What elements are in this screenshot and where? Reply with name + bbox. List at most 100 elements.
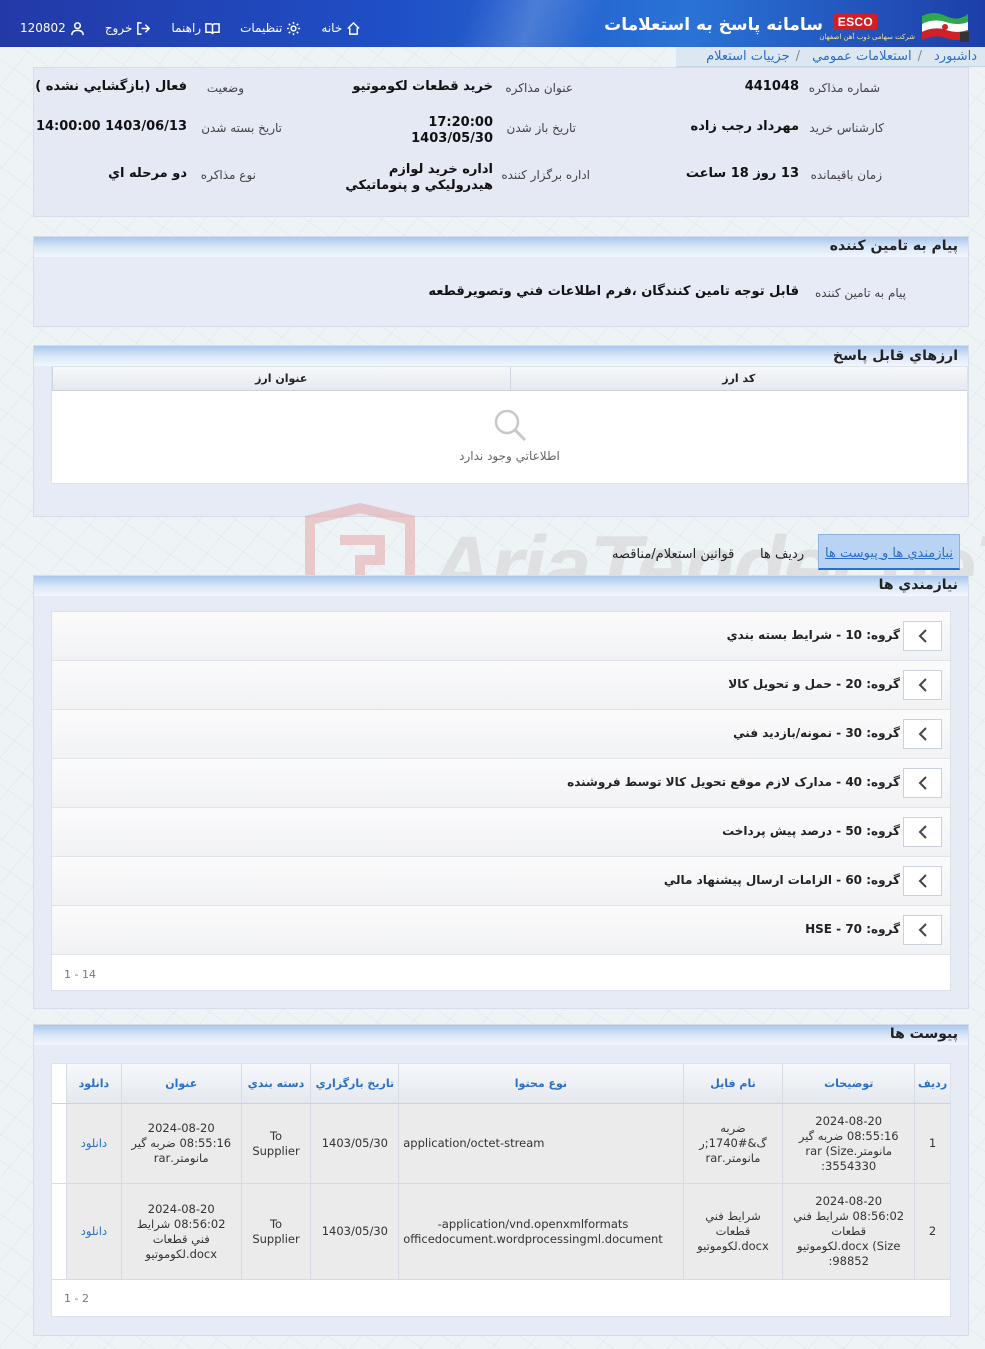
list-item[interactable]: گروه: 70 - HSE <box>52 906 950 955</box>
cell-filename-line: قطعات <box>715 1224 751 1238</box>
cell-upload-date: 1403/05/30 <box>310 1184 398 1279</box>
logout-link[interactable]: خروج <box>105 21 152 36</box>
attachments-title: پيوست ها <box>889 1026 958 1042</box>
currencies-panel: ارزهاي قابل پاسخ کد ارز عنوان ارز اطلاعا… <box>33 345 969 517</box>
col-title[interactable]: عنوان <box>120 1064 241 1103</box>
expand-button[interactable] <box>903 719 942 749</box>
cell-desc-line: 2024-08-20 <box>815 1113 883 1128</box>
cell-filename: شرايط فني قطعات docx.لکوموتيو <box>682 1184 783 1279</box>
tab-rules[interactable]: قوانين استعلام/مناقصه <box>612 547 734 562</box>
top-bar: ESCO شرکت سهامی ذوب آهن اصفهان سامانه پا… <box>0 0 985 47</box>
cell-download[interactable]: دانلود <box>65 1184 121 1279</box>
chevron-left-icon <box>918 629 927 643</box>
cell-content-type: application/octet-stream <box>398 1104 682 1183</box>
list-item[interactable]: گروه: 10 - شرايط بسته بندي <box>52 612 950 661</box>
expand-button[interactable] <box>903 817 942 847</box>
expand-button[interactable] <box>903 621 942 651</box>
list-item[interactable]: گروه: 40 - مدارک لازم موقع تحويل کالا تو… <box>52 759 950 808</box>
breadcrumb-inquiry-details[interactable]: جزييات استعلام <box>706 49 790 64</box>
expand-button[interactable] <box>903 768 942 798</box>
needs-pager: 1 - 14 <box>64 968 96 981</box>
cell-category-line: Supplier <box>252 1143 300 1158</box>
col-currency-title[interactable]: عنوان ارز <box>52 367 510 390</box>
breadcrumb-dashboard[interactable]: داشبورد <box>934 49 977 64</box>
expand-button[interactable] <box>903 670 942 700</box>
cell-download[interactable]: دانلود <box>65 1104 121 1183</box>
user-menu[interactable]: 120802 <box>20 21 85 36</box>
col-upload-date[interactable]: تاريخ بارگزاري <box>310 1064 398 1103</box>
expand-button[interactable] <box>903 915 942 945</box>
top-nav: 120802 خروج راهنما تنظیمات خانه <box>0 18 361 38</box>
empty-state: اطلاعاتي وجود ندارد <box>52 407 967 463</box>
col-category[interactable]: دسته بندي <box>240 1064 311 1103</box>
type-label: نوع مذاکره <box>200 168 256 182</box>
title-label: عنوان مذاکره <box>505 81 573 95</box>
inquiry-info-panel: شماره مذاکره 441048 عنوان مذاکره خريد قط… <box>33 67 969 217</box>
close-date-value: 1403/06/13 14:00:00 <box>35 119 187 134</box>
attachments-pager: 1 - 2 <box>64 1292 89 1305</box>
status-label: وضعيت <box>206 81 244 95</box>
currencies-table: کد ارز عنوان ارز اطلاعاتي وجود ندارد <box>51 366 968 484</box>
guide-link[interactable]: راهنما <box>171 21 220 36</box>
list-item[interactable]: گروه: 30 - نمونه/بازديد فني <box>52 710 950 759</box>
cell-desc-line: 08:56:02 شرايط فني <box>793 1209 905 1223</box>
gear-icon <box>287 21 301 35</box>
list-item[interactable]: گروه: 60 - الزامات ارسال پيشنهاد مالي <box>52 857 950 906</box>
settings-link[interactable]: تنظیمات <box>240 21 301 36</box>
group-title: گروه: 30 - نمونه/بازديد فني <box>733 726 900 740</box>
chevron-left-icon <box>918 678 927 692</box>
chevron-left-icon <box>918 727 927 741</box>
message-label: پيام به تامين کننده <box>815 286 906 300</box>
logout-icon <box>137 21 151 35</box>
col-desc[interactable]: توضيحات <box>782 1064 914 1103</box>
org-value-line2: هيدروليکي و پنوماتيکي <box>345 178 493 193</box>
cell-title: 2024-08-20 08:56:02 شرايط فني قطعات docx.لک… <box>120 1184 241 1279</box>
cell-filename-line: شرايط فني <box>705 1209 761 1223</box>
cell-desc-line: 2024-08-20 <box>815 1194 883 1208</box>
open-date-time: 17:20:00 <box>428 115 493 130</box>
remaining-value: 13 روز 18 ساعت <box>685 166 799 181</box>
tab-rows[interactable]: رديف ها <box>760 547 804 562</box>
col-row[interactable]: رديف <box>914 1064 950 1103</box>
cell-title: 2024-08-20 08:55:16 ضربه گير مانومتر.rar <box>120 1104 241 1183</box>
col-content-type[interactable]: نوع محتوا <box>398 1064 682 1103</box>
home-link[interactable]: خانه <box>321 21 361 36</box>
cell-content-type: application/vnd.openxmlformats-officedoc… <box>398 1184 682 1279</box>
close-date-label: تاريخ بسته شدن <box>201 121 282 135</box>
attachments-panel: پيوست ها رديف توضيحات نام فايل نوع محتوا… <box>33 1024 969 1336</box>
message-value: قابل توجه تامين كنندگان ،فرم اطلاعات فني… <box>428 284 799 299</box>
col-download[interactable]: دانلود <box>65 1064 121 1103</box>
org-label: اداره برگزار کننده <box>501 168 590 182</box>
tab-needs-attachments[interactable]: نيازمندي ها و پيوست ها <box>818 534 961 570</box>
user-icon <box>70 21 84 35</box>
cell-title-line: 2024-08-20 <box>147 1201 215 1216</box>
cell-title-line: docx.لکوموتيو <box>145 1246 218 1261</box>
cell-category-line: To <box>269 1128 283 1143</box>
list-item[interactable]: گروه: 50 - درصد پيش پرداخت <box>52 808 950 857</box>
table-row: 2 2024-08-20 08:56:02 شرايط فني قطعات docx (… <box>51 1184 950 1280</box>
cell-row: 2 <box>914 1184 950 1279</box>
cell-category: To Supplier <box>240 1184 311 1279</box>
chevron-left-icon <box>918 923 927 937</box>
cell-desc: 2024-08-20 08:55:16 ضربه گير مانومتر.rar (… <box>782 1104 914 1183</box>
needs-panel: نيازمندي ها گروه: 10 - شرايط بسته بندي گ… <box>33 575 969 1009</box>
needs-group-list: گروه: 10 - شرايط بسته بندي گروه: 20 - حم… <box>51 611 951 991</box>
cell-upload-date: 1403/05/30 <box>310 1104 398 1183</box>
cell-row: 1 <box>914 1104 950 1183</box>
expand-button[interactable] <box>903 866 942 896</box>
breadcrumb-public-inquiries[interactable]: استعلامات عمومي <box>812 49 912 64</box>
col-currency-code[interactable]: کد ارز <box>509 367 968 390</box>
brand-logo: ESCO <box>833 14 877 30</box>
cell-desc-line: قطعات <box>831 1224 867 1238</box>
group-title: گروه: 40 - مدارک لازم موقع تحويل کالا تو… <box>567 775 900 789</box>
cell-category-line: To <box>269 1216 283 1231</box>
list-item[interactable]: گروه: 20 - حمل و تحويل کالا <box>52 661 950 710</box>
cell-title-line: 2024-08-20 <box>147 1121 215 1135</box>
search-icon <box>494 409 526 442</box>
home-label: خانه <box>321 21 343 35</box>
cell-desc-line: 98852: <box>828 1254 869 1268</box>
col-filename[interactable]: نام فايل <box>682 1064 783 1103</box>
guide-label: راهنما <box>171 21 202 35</box>
open-date-label: تاريخ باز شدن <box>506 121 576 135</box>
cell-title-line: 08:55:16 ضربه گير <box>131 1136 232 1150</box>
